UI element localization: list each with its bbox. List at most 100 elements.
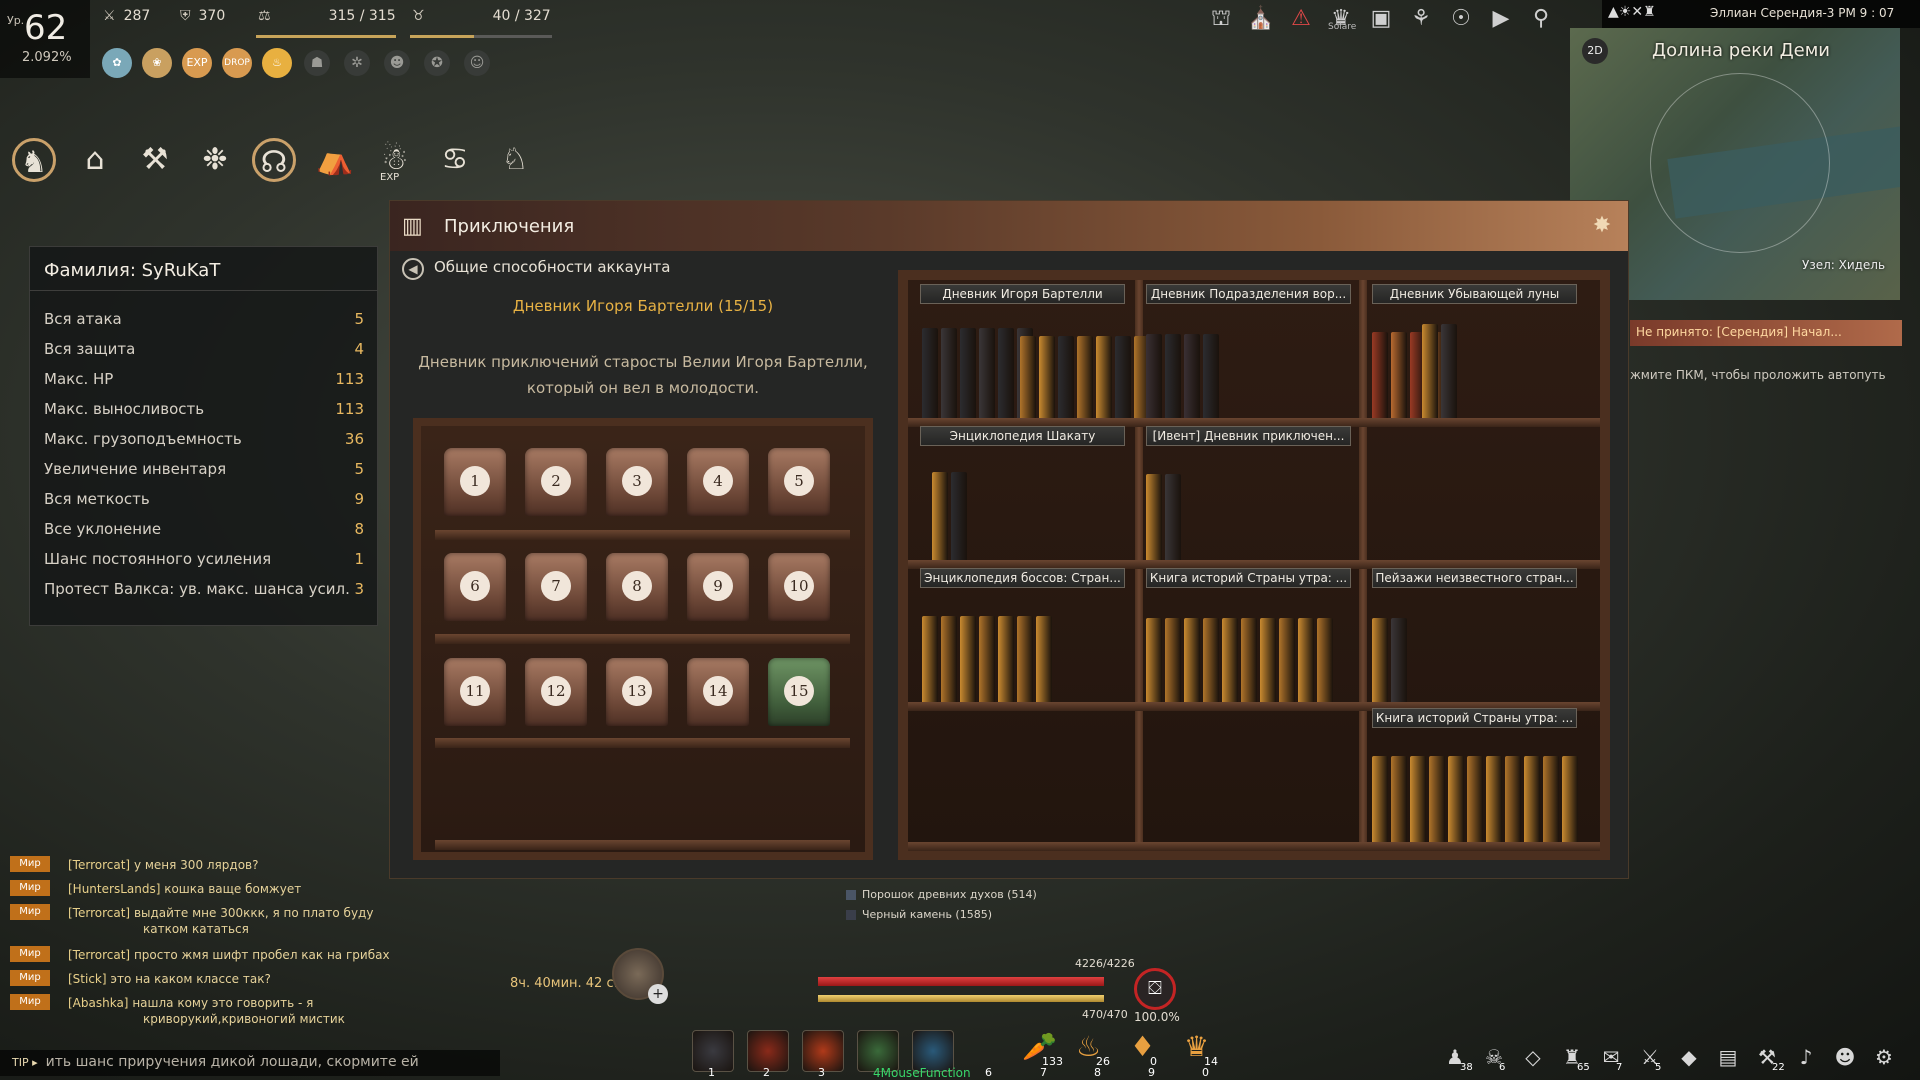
book[interactable] — [1317, 618, 1333, 702]
gear-icon[interactable]: ⚙ — [1869, 1042, 1899, 1072]
book-category-label[interactable]: Дневник Подразделения вор... — [1146, 284, 1351, 304]
buff-blessing-icon[interactable]: ✿ — [102, 48, 132, 78]
book[interactable] — [1391, 332, 1407, 418]
diary-volume[interactable]: 14 — [687, 658, 749, 726]
buff-slot-icon[interactable]: ✪ — [424, 50, 450, 76]
chat-message[interactable]: Мир [Terrorcat] выдайте мне 300ккк, я по … — [10, 904, 373, 922]
buff-slot-icon[interactable]: ☺ — [464, 50, 490, 76]
book-icon[interactable]: ▤ — [1713, 1042, 1743, 1072]
social-icon[interactable]: ☻ — [1830, 1042, 1860, 1072]
back-arrow-icon[interactable]: ◀ — [402, 258, 424, 280]
book[interactable] — [1372, 756, 1388, 842]
buff-slot-icon[interactable]: ☗ — [304, 50, 330, 76]
book[interactable] — [1372, 618, 1388, 702]
book[interactable] — [1165, 618, 1181, 702]
horse-icon[interactable]: ♞ — [12, 138, 56, 182]
network-icon[interactable]: ⚠ — [1286, 4, 1316, 34]
book[interactable] — [1241, 618, 1257, 702]
calendar-icon[interactable]: ▣ — [1366, 4, 1396, 34]
book-category-label[interactable]: Пейзажи неизвестного стран... — [1372, 568, 1577, 588]
chat-message[interactable]: Мир [Abashka] нашла кому это говорить - я — [10, 994, 313, 1012]
book[interactable] — [1222, 618, 1238, 702]
chat-author[interactable]: [HuntersLands] — [68, 882, 160, 896]
book[interactable] — [960, 328, 976, 418]
diary-volume[interactable]: 8 — [606, 553, 668, 621]
book[interactable] — [1203, 334, 1219, 418]
book[interactable] — [1184, 618, 1200, 702]
buff-slot-icon[interactable]: ☻ — [384, 50, 410, 76]
book[interactable] — [1391, 756, 1407, 842]
book-category-label[interactable]: Дневник Убывающей луны — [1372, 284, 1577, 304]
buff-exp-icon[interactable]: EXP — [182, 48, 212, 78]
book[interactable] — [1077, 336, 1093, 418]
book[interactable] — [1422, 324, 1438, 418]
buff-tree-icon[interactable]: ❀ — [142, 48, 172, 78]
book[interactable] — [1203, 618, 1219, 702]
book[interactable] — [1039, 336, 1055, 418]
energy-icon[interactable]: ⛋ — [1134, 968, 1176, 1010]
book[interactable] — [998, 328, 1014, 418]
quest-icon[interactable]: ◆ — [1674, 1042, 1704, 1072]
book[interactable] — [1524, 756, 1540, 842]
minimap-2d-toggle[interactable]: 2D — [1582, 38, 1608, 64]
book[interactable] — [951, 472, 967, 560]
maid-icon[interactable]: ☊ — [252, 138, 296, 182]
book[interactable] — [922, 328, 938, 418]
diary-volume[interactable]: 11 — [444, 658, 506, 726]
diary-volume[interactable]: 12 — [525, 658, 587, 726]
tent-icon[interactable]: ⛺ — [313, 138, 357, 182]
book[interactable] — [1146, 334, 1162, 418]
close-icon[interactable]: ✸ — [1588, 212, 1616, 240]
diary-volume[interactable]: 13 — [606, 658, 668, 726]
chat-author[interactable]: [Terrorcat] — [68, 906, 130, 920]
plus-icon[interactable]: + — [648, 984, 668, 1004]
book-category-label[interactable]: Книга историй Страны утра: ... — [1146, 568, 1351, 588]
back-link[interactable]: Общие способности аккаунта — [434, 258, 670, 276]
book[interactable] — [941, 616, 957, 702]
fairy-icon[interactable]: ♋ — [433, 138, 477, 182]
book[interactable] — [1017, 616, 1033, 702]
book[interactable] — [1096, 336, 1112, 418]
chat-author[interactable]: [Terrorcat] — [68, 948, 130, 962]
bell-icon[interactable]: ♪ — [1791, 1042, 1821, 1072]
book[interactable] — [1184, 334, 1200, 418]
chat-author[interactable]: [Terrorcat] — [68, 858, 130, 872]
buff-drop-icon[interactable]: DROP — [222, 48, 252, 78]
book[interactable] — [1372, 332, 1388, 418]
book[interactable] — [1036, 616, 1052, 702]
book[interactable] — [1505, 756, 1521, 842]
mount-icon[interactable]: ♘ — [493, 138, 537, 182]
pet-icon[interactable]: ❉ — [193, 138, 237, 182]
book-category-label[interactable]: Энциклопедия боссов: Стран... — [920, 568, 1125, 588]
book[interactable] — [1298, 618, 1314, 702]
book-category-label[interactable]: Дневник Игоря Бартелли — [920, 284, 1125, 304]
diary-volume[interactable]: 15 — [768, 658, 830, 726]
book[interactable] — [1391, 618, 1407, 702]
book[interactable] — [1165, 474, 1181, 560]
book[interactable] — [1020, 336, 1036, 418]
book[interactable] — [1441, 324, 1457, 418]
buff-fire-icon[interactable]: ♨ — [262, 48, 292, 78]
book[interactable] — [1146, 618, 1162, 702]
worker-icon[interactable]: ⚒ — [133, 138, 177, 182]
node-icon[interactable]: ⚘ — [1406, 4, 1436, 34]
diary-volume[interactable]: 2 — [525, 448, 587, 516]
book[interactable] — [1115, 336, 1131, 418]
play-icon[interactable]: ▶ — [1486, 4, 1516, 34]
book[interactable] — [1410, 756, 1426, 842]
support-icon[interactable]: ☉ — [1446, 4, 1476, 34]
book-category-label[interactable]: Энциклопедия Шакату — [920, 426, 1125, 446]
chat-author[interactable]: [Abashka] — [68, 996, 129, 1010]
book-category-label[interactable]: Книга историй Страны утра: ... — [1372, 708, 1577, 728]
chat-message[interactable]: Мир [Terrorcat] просто жмя шифт пробел ка… — [10, 946, 390, 964]
diary-volume[interactable]: 5 — [768, 448, 830, 516]
search-icon[interactable]: ⚲ — [1526, 4, 1556, 34]
book[interactable] — [1543, 756, 1559, 842]
house-icon[interactable]: ⌂ — [73, 138, 117, 182]
diary-volume[interactable]: 1 — [444, 448, 506, 516]
chat-message[interactable]: Мир [HuntersLands] кошка ваще бомжует — [10, 880, 301, 898]
book[interactable] — [1429, 756, 1445, 842]
shop-icon[interactable]: ⛫ — [1206, 4, 1236, 34]
diary-volume[interactable]: 10 — [768, 553, 830, 621]
chat-message[interactable]: Мир [Terrorcat] у меня 300 лярдов? — [10, 856, 258, 874]
